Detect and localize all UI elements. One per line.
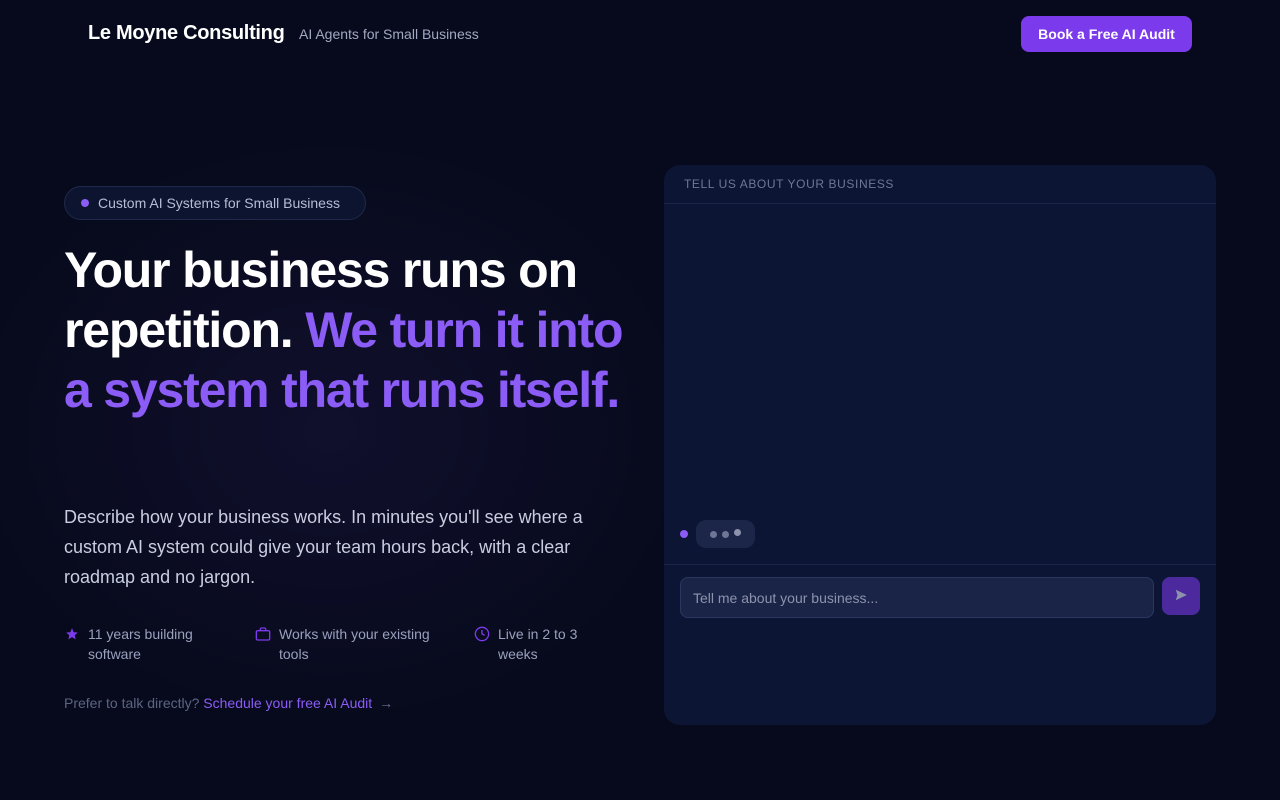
feature-experience-text: 11 years building software: [88, 626, 193, 662]
feature-tools-text: Works with your existing tools: [279, 626, 430, 662]
typing-bubble: [696, 520, 755, 548]
schedule-audit-link[interactable]: Schedule your free AI Audit: [203, 695, 372, 711]
send-icon: [1174, 588, 1188, 605]
chat-header: TELL US ABOUT YOUR BUSINESS: [664, 165, 1216, 204]
feature-list: 11 years building software Works with yo…: [64, 624, 624, 668]
hero-headline: Your business runs on repetition. We tur…: [64, 240, 624, 420]
site-header: Le Moyne Consulting AI Agents for Small …: [0, 0, 1280, 68]
feature-timeline-text: Live in 2 to 3 weeks: [498, 626, 578, 662]
feature-experience: 11 years building software: [64, 624, 234, 664]
clock-icon: [474, 626, 490, 642]
typing-dot-1: [710, 530, 717, 538]
typing-dot-3: [734, 528, 741, 536]
talk-directly: Prefer to talk directly? Schedule your f…: [64, 695, 393, 711]
book-audit-button[interactable]: Book a Free AI Audit: [1021, 16, 1192, 52]
typing-indicator: [680, 520, 755, 548]
brand-tagline: AI Agents for Small Business: [299, 26, 479, 42]
chat-message-input[interactable]: [680, 577, 1154, 618]
hero-badge-text: Custom AI Systems for Small Business: [98, 195, 340, 211]
talk-prefix: Prefer to talk directly?: [64, 695, 200, 711]
typing-dot-2: [722, 530, 729, 538]
chat-divider: [664, 564, 1216, 565]
send-button[interactable]: [1162, 577, 1200, 615]
chat-panel: TELL US ABOUT YOUR BUSINESS: [664, 165, 1216, 725]
brand-name[interactable]: Le Moyne Consulting: [88, 22, 285, 45]
assistant-dot-icon: [680, 530, 688, 538]
badge-dot-icon: [81, 199, 89, 207]
feature-timeline: Live in 2 to 3 weeks: [474, 624, 614, 664]
star-icon: [64, 626, 80, 642]
briefcase-icon: [255, 626, 271, 642]
hero-description: Describe how your business works. In min…: [64, 507, 583, 587]
arrow-right-icon: →: [379, 695, 394, 711]
hero-badge: Custom AI Systems for Small Business: [64, 186, 366, 220]
feature-tools: Works with your existing tools: [255, 624, 455, 664]
